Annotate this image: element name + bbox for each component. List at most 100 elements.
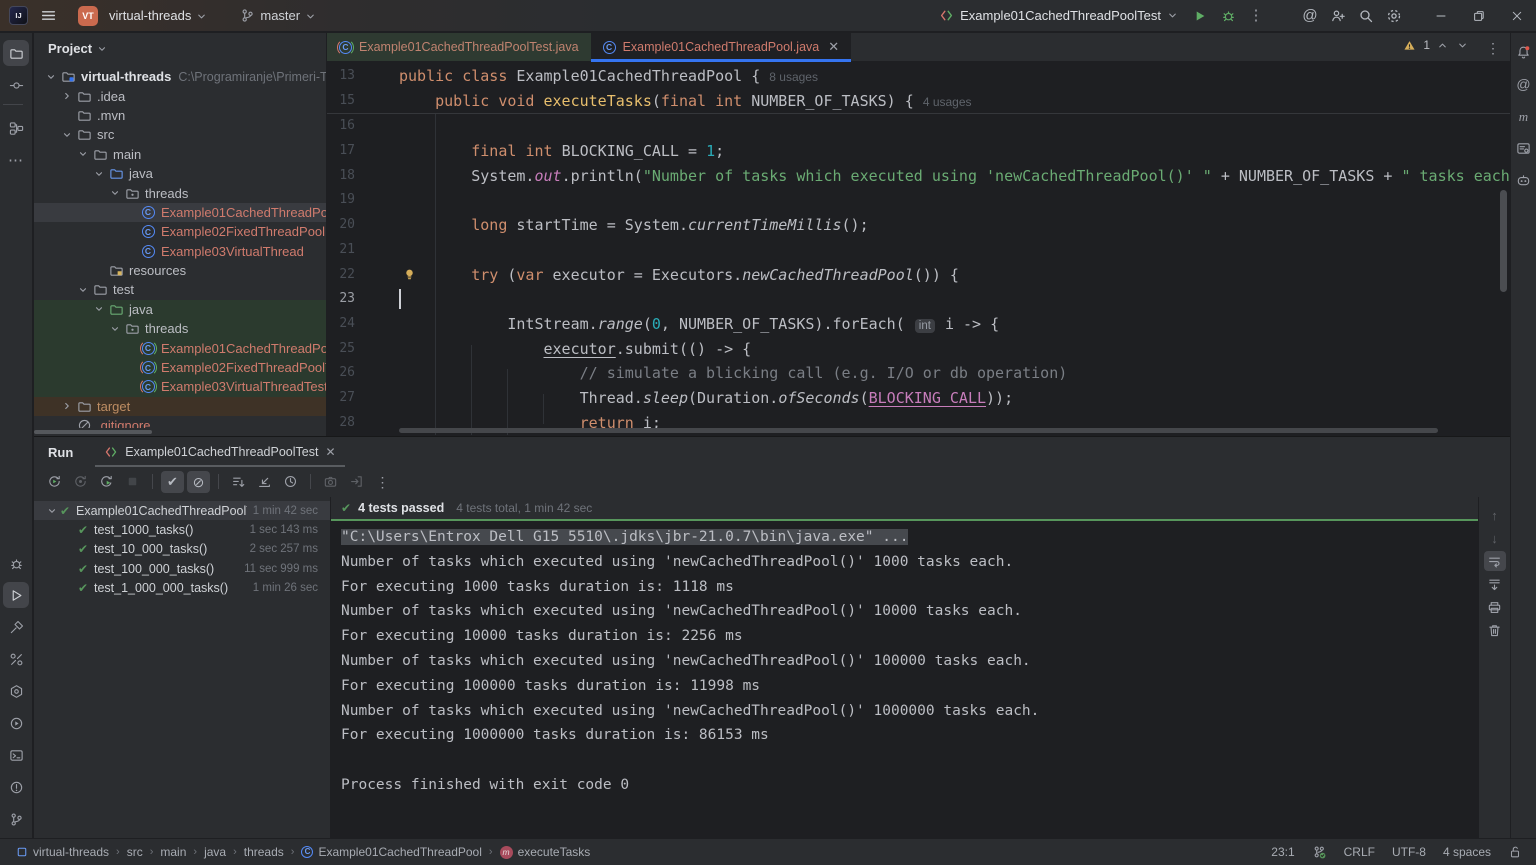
chevron-down-icon[interactable] (58, 130, 75, 140)
close-icon[interactable]: ✕ (325, 446, 335, 458)
more-tool-windows-tool-button[interactable]: ⋯ (3, 147, 29, 173)
editor-horizontal-scrollbar[interactable] (399, 428, 1438, 433)
window-minimize-button[interactable] (1422, 0, 1460, 32)
version-control-tool-button[interactable] (3, 806, 29, 832)
show-ignored-button[interactable]: ⊘ (187, 471, 210, 493)
print-button[interactable] (1484, 597, 1506, 617)
sort-by-duration-button[interactable] (227, 471, 250, 493)
line-ending-widget[interactable]: CRLF (1344, 845, 1375, 859)
tree-item-threads[interactable]: threads (34, 183, 326, 202)
editor-tab-options-button[interactable]: ⋮ (1486, 33, 1500, 62)
test-row-test-10-000-tasks-[interactable]: ✔test_10_000_tasks()2 sec 257 ms (34, 540, 330, 559)
chevron-down-icon[interactable] (74, 285, 91, 295)
intention-bulb-icon[interactable] (403, 267, 416, 282)
dependencies-tool-button[interactable] (1513, 137, 1535, 159)
readonly-toggle[interactable] (1508, 845, 1522, 859)
tree-item-test[interactable]: test (34, 280, 326, 299)
test-row-test-1-000-000-tasks-[interactable]: ✔test_1_000_000_tasks()1 min 26 sec (34, 579, 330, 598)
project-selector[interactable]: virtual-threads (105, 8, 211, 23)
terminal-tool-button[interactable] (3, 742, 29, 768)
vcs-status-widget[interactable] (1312, 845, 1327, 860)
ai-assistant-button[interactable]: @ (1296, 3, 1324, 29)
chevron-down-icon[interactable] (106, 188, 123, 198)
branch-selector[interactable]: master (236, 8, 320, 23)
more-actions-button[interactable]: ⋮ (1242, 3, 1270, 29)
tree-item-resources[interactable]: resources (34, 261, 326, 280)
rerun-button[interactable] (43, 471, 66, 493)
chevron-down-icon[interactable] (1457, 40, 1468, 51)
tree-item--mvn[interactable]: .mvn (34, 106, 326, 125)
tree-item-java[interactable]: java (34, 164, 326, 183)
show-passed-button[interactable]: ✔ (161, 471, 184, 493)
more-options-button[interactable]: ⋮ (371, 471, 394, 493)
tree-item-example02fixedthreadpool[interactable]: CExample02FixedThreadPool (34, 222, 326, 241)
tools-tool-button[interactable] (3, 646, 29, 672)
window-close-button[interactable] (1498, 0, 1536, 32)
chevron-down-icon[interactable] (74, 149, 91, 159)
breadcrumb-item-threads[interactable]: threads (244, 845, 284, 859)
tree-item-src[interactable]: src (34, 125, 326, 144)
breadcrumb-item-example01cachedthreadpool[interactable]: CExample01CachedThreadPool (301, 845, 481, 859)
rerun-failed-button[interactable] (69, 471, 92, 493)
tree-horizontal-scrollbar[interactable] (34, 430, 152, 434)
chevron-down-icon[interactable] (42, 72, 59, 82)
chevron-down-icon[interactable] (90, 169, 107, 179)
tree-item-example01cachedthreadpool[interactable]: CExample01CachedThreadPool (34, 203, 326, 222)
soft-wrap-button[interactable] (1484, 551, 1506, 571)
breadcrumb-item-executetasks[interactable]: mexecuteTasks (500, 845, 591, 859)
project-tool-button[interactable] (3, 40, 29, 66)
test-row-test-100-000-tasks-[interactable]: ✔test_100_000_tasks()11 sec 999 ms (34, 559, 330, 578)
tree-item-target[interactable]: target (34, 397, 326, 416)
code-editor[interactable]: 13public class Example01CachedThreadPool… (327, 62, 1510, 436)
editor-vertical-scrollbar[interactable] (1500, 190, 1507, 292)
next-occurrence-button[interactable]: ↓ (1484, 528, 1506, 548)
test-row-test-1000-tasks-[interactable]: ✔test_1000_tasks()1 sec 143 ms (34, 520, 330, 539)
editor-tab-example01cachedthreadpool.java[interactable]: CExample01CachedThreadPool.java✕ (591, 33, 852, 61)
profiler-tool-button[interactable] (3, 710, 29, 736)
chevron-down-icon[interactable] (90, 304, 107, 314)
problems-tool-button[interactable] (3, 774, 29, 800)
run-tool-button[interactable] (3, 582, 29, 608)
tree-item-virtual-threads[interactable]: virtual-threadsC:\Programiranje\Primeri-… (34, 67, 326, 86)
clear-all-button[interactable] (1484, 620, 1506, 640)
services-tool-button[interactable] (3, 678, 29, 704)
code-with-me-button[interactable] (1324, 3, 1352, 29)
editor-area[interactable]: CExample01CachedThreadPoolTest.javaCExam… (326, 33, 1510, 436)
breadcrumb-item-main[interactable]: main (160, 845, 186, 859)
console-area[interactable]: ✔ 4 tests passed 4 tests total, 1 min 42… (331, 497, 1478, 838)
chevron-right-icon[interactable] (58, 91, 75, 101)
debug-button[interactable] (1214, 3, 1242, 29)
encoding-widget[interactable]: UTF-8 (1392, 845, 1426, 859)
screenshot-button[interactable] (319, 471, 342, 493)
main-menu-button[interactable] (35, 3, 61, 29)
run-button[interactable] (1186, 3, 1214, 29)
caret-position[interactable]: 23:1 (1271, 845, 1294, 859)
inspection-widget[interactable]: 1 (1403, 38, 1468, 52)
close-icon[interactable]: ✕ (828, 39, 839, 55)
tree-item-example01cachedthreadpooltest[interactable]: CExample01CachedThreadPoolTest (34, 338, 326, 357)
ai-assistant-tool-button[interactable]: @ (1513, 73, 1535, 95)
import-test-results-button[interactable] (253, 471, 276, 493)
export-test-results-button[interactable] (345, 471, 368, 493)
tree-item-main[interactable]: main (34, 145, 326, 164)
chevron-up-icon[interactable] (1437, 40, 1448, 51)
indent-widget[interactable]: 4 spaces (1443, 845, 1491, 859)
tree-item--idea[interactable]: .idea (34, 86, 326, 105)
tree-item-threads[interactable]: threads (34, 319, 326, 338)
run-with-coverage-button[interactable] (95, 471, 118, 493)
chevron-down-icon[interactable] (106, 324, 123, 334)
copilot-tool-button[interactable] (1513, 169, 1535, 191)
debug-tool-button[interactable] (3, 550, 29, 576)
search-everywhere-button[interactable] (1352, 3, 1380, 29)
commit-tool-button[interactable] (3, 72, 29, 98)
test-duration-button[interactable] (279, 471, 302, 493)
tree-item-example02fixedthreadpooltest[interactable]: CExample02FixedThreadPoolTest (34, 358, 326, 377)
tree-item-java[interactable]: java (34, 300, 326, 319)
previous-occurrence-button[interactable]: ↑ (1484, 505, 1506, 525)
run-configuration-selector[interactable]: Example01CachedThreadPoolTest (939, 8, 1178, 23)
window-restore-button[interactable] (1460, 0, 1498, 32)
settings-button[interactable] (1380, 3, 1408, 29)
breadcrumb-item-src[interactable]: src (127, 845, 143, 859)
tree-item--gitignore[interactable]: .gitignore (34, 416, 326, 428)
editor-tab-example01cachedthreadpooltest.java[interactable]: CExample01CachedThreadPoolTest.java (327, 33, 591, 61)
